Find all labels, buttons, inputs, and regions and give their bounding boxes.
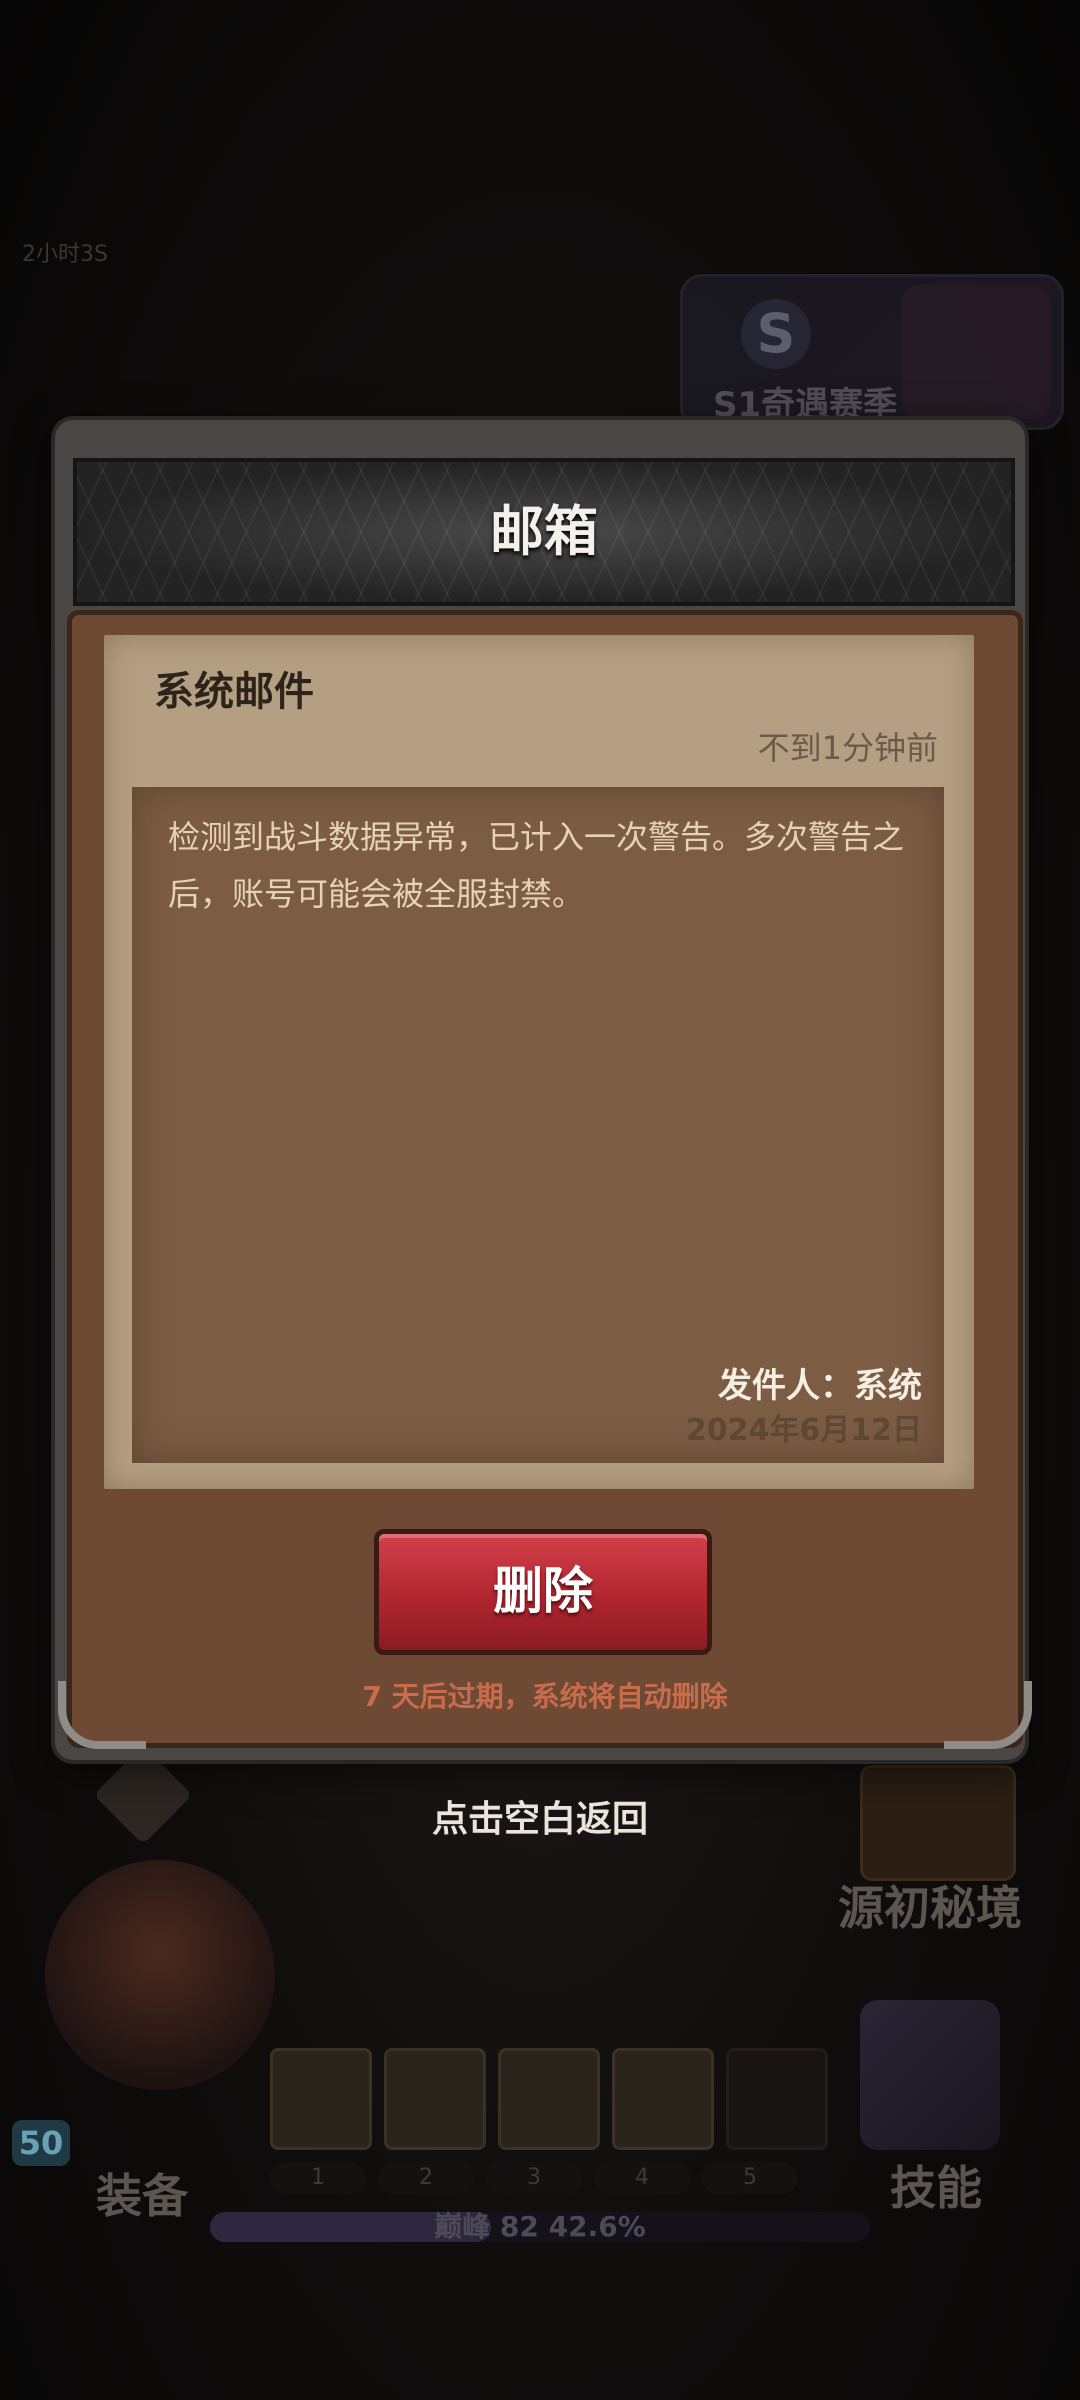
slot-number: 3 bbox=[486, 2162, 582, 2194]
corner-ornament-left bbox=[58, 1681, 146, 1749]
skills-label: 技能 bbox=[890, 2161, 982, 2215]
skill-slot-3 bbox=[498, 2048, 600, 2150]
season-label: S1奇遇赛季 bbox=[713, 385, 898, 425]
background-timer-text: 2小时3S bbox=[22, 242, 108, 267]
mail-sender: 发件人：系统 bbox=[718, 1366, 922, 1406]
mail-date: 2024年6月12日 bbox=[685, 1413, 922, 1448]
mail-title: 系统邮件 bbox=[154, 669, 314, 715]
mail-content-text: 检测到战斗数据异常，已计入一次警告。多次警告之后，账号可能会被全服封禁。 bbox=[168, 818, 905, 913]
skill-slot-2 bbox=[384, 2048, 486, 2150]
hero-avatar bbox=[45, 1860, 275, 2090]
slot-number: 1 bbox=[270, 2162, 366, 2194]
secret-realm-label: 源初秘境 bbox=[838, 1881, 1022, 1935]
tap-blank-to-return[interactable]: 点击空白返回 bbox=[0, 1790, 1080, 1842]
dialog-header: 邮箱 bbox=[73, 458, 1015, 606]
mail-time: 不到1分钟前 bbox=[757, 729, 938, 767]
mail-content-box[interactable]: 检测到战斗数据异常，已计入一次警告。多次警告之后，账号可能会被全服封禁。 发件人… bbox=[132, 787, 944, 1463]
season-banner: S S1奇遇赛季 bbox=[680, 274, 1064, 430]
peak-progress-text: 巅峰 82 42.6% bbox=[434, 2210, 646, 2243]
skill-slot-1 bbox=[270, 2048, 372, 2150]
slot-number: 2 bbox=[378, 2162, 474, 2194]
slot-number: 5 bbox=[702, 2162, 798, 2194]
corner-ornament-right bbox=[944, 1681, 1032, 1749]
slot-number: 4 bbox=[594, 2162, 690, 2194]
expire-note: 7 天后过期，系统将自动删除 bbox=[362, 1680, 728, 1713]
season-logo-icon: S bbox=[741, 299, 811, 369]
hero-level-badge: 50 bbox=[12, 2120, 70, 2166]
mailbox-dialog: 邮箱 系统邮件 不到1分钟前 检测到战斗数据异常，已计入一次警告。多次警告之后，… bbox=[55, 420, 1032, 1760]
skill-book-icon bbox=[860, 2000, 1000, 2150]
mail-paper: 系统邮件 不到1分钟前 检测到战斗数据异常，已计入一次警告。多次警告之后，账号可… bbox=[104, 635, 974, 1489]
skill-slot-4 bbox=[612, 2048, 714, 2150]
delete-button-label: 删除 bbox=[493, 1562, 593, 1620]
peak-progress-bar: 巅峰 82 42.6% bbox=[210, 2212, 870, 2242]
skill-slot-row bbox=[270, 2048, 830, 2150]
dialog-title: 邮箱 bbox=[490, 500, 598, 563]
season-avatar-image bbox=[901, 285, 1051, 419]
skill-slot-5 bbox=[726, 2048, 828, 2150]
delete-button[interactable]: 删除 bbox=[374, 1529, 712, 1655]
skill-slot-numbers: 1 2 3 4 5 bbox=[270, 2162, 830, 2194]
dialog-body: 系统邮件 不到1分钟前 检测到战斗数据异常，已计入一次警告。多次警告之后，账号可… bbox=[58, 610, 1032, 1749]
equipment-label: 装备 bbox=[96, 2169, 188, 2223]
